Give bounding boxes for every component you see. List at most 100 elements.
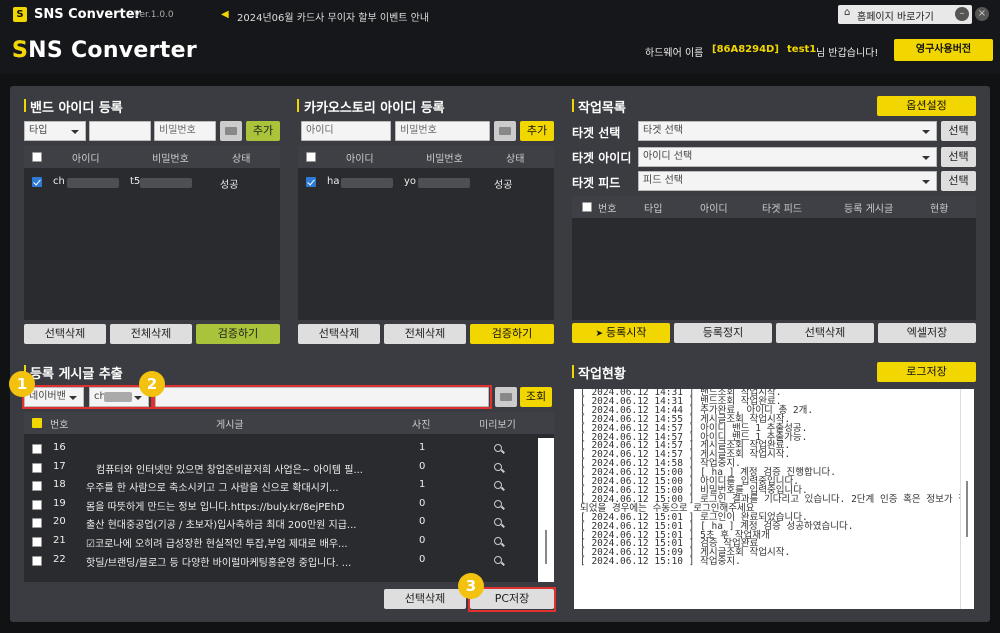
log-scroll-thumb[interactable]	[966, 481, 968, 537]
app-logo-icon: S	[13, 7, 27, 22]
log-scrollbar[interactable]	[960, 389, 974, 609]
row-number: 19	[53, 497, 66, 509]
band-type-select[interactable]: 타입	[24, 121, 86, 141]
kakao-delete-all-button[interactable]: 전체삭제	[384, 324, 466, 344]
kakao-col-pw: 비밀번호	[426, 154, 463, 165]
kakao-title-bar	[297, 99, 299, 112]
row-checkbox[interactable]	[32, 537, 42, 547]
home-button[interactable]: ⌂ 홈페이지 바로가기	[838, 5, 972, 24]
row-post-text: 출산 현대중공업(기공 / 초보자)입사축하금 최대 200만원 지급...	[86, 520, 357, 532]
table-row[interactable]: 16 1	[24, 442, 536, 460]
table-row[interactable]: 17 컴퓨터와 인터넷만 있으면 창업준비끝저희 사업은~ 아이템 필... 0	[24, 461, 536, 479]
target-feed-dropdown[interactable]: 피드 선택	[638, 171, 937, 191]
search-icon[interactable]	[494, 555, 502, 564]
row-checkbox[interactable]	[32, 518, 42, 529]
target-feed-label: 타겟 피드	[572, 176, 621, 190]
kakao-add-button[interactable]: 추가	[520, 121, 554, 141]
table-row[interactable]: 18 우주를 한 사람으로 축소시키고 그 사람을 신으로 확대시키... 1	[24, 479, 536, 497]
status-title-bar	[572, 365, 574, 378]
extract-scroll-thumb[interactable]	[545, 530, 547, 564]
job-col-feed: 타겟 피드	[762, 204, 802, 215]
extract-select-all-checkbox[interactable]	[32, 418, 42, 428]
start-register-button[interactable]: ➤ 등록시작	[572, 323, 670, 343]
badge-1: 1	[9, 371, 35, 397]
job-col-type: 타입	[644, 204, 663, 215]
job-select-all-checkbox[interactable]	[582, 202, 592, 212]
band-col-pw: 비밀번호	[152, 154, 189, 165]
band-id-input[interactable]	[89, 121, 151, 141]
search-icon[interactable]	[494, 537, 502, 545]
row-checkbox[interactable]	[32, 481, 42, 492]
target-select-button[interactable]: 선택	[941, 121, 976, 141]
band-add-button[interactable]: 추가	[246, 121, 280, 141]
notice-text[interactable]: 2024년06월 카드사 무이자 할부 이벤트 안내	[237, 9, 429, 24]
target-id-label: 타겟 아이디	[572, 151, 632, 165]
job-col-status: 현황	[930, 204, 949, 215]
extract-folder-icon[interactable]	[495, 387, 517, 407]
band-row-checkbox[interactable]	[32, 177, 42, 187]
kakao-row-id: ha	[327, 176, 340, 187]
row-photo-count: 0	[419, 497, 426, 509]
kakao-select-all-checkbox[interactable]	[306, 152, 316, 162]
kakao-row-pw: yo	[404, 176, 417, 187]
permanent-version-button[interactable]: 영구사용버전	[894, 39, 993, 61]
search-icon[interactable]	[494, 518, 502, 527]
extract-delete-selected-button[interactable]: 선택삭제	[384, 589, 466, 609]
band-folder-icon[interactable]	[220, 121, 242, 141]
search-icon[interactable]	[494, 499, 502, 508]
target-select-dropdown[interactable]: 타겟 선택	[638, 121, 937, 141]
row-checkbox[interactable]	[32, 555, 42, 566]
band-col-id: 아이디	[72, 154, 100, 165]
row-number: 22	[53, 553, 66, 565]
kakao-folder-icon[interactable]	[494, 121, 516, 141]
row-number: 21	[53, 535, 66, 546]
band-delete-all-button[interactable]: 전체삭제	[110, 324, 192, 344]
band-verify-button[interactable]: 검증하기	[196, 324, 280, 344]
log-textbox[interactable]: [ 2024.06.12 14:31 ] 밴드조회 작업시작.[ 2024.06…	[574, 389, 974, 609]
target-id-dropdown[interactable]: 아이디 선택	[638, 147, 937, 167]
greeting-text: 님 반갑습니다!	[816, 48, 879, 59]
close-icon[interactable]: ×	[975, 7, 989, 21]
table-row[interactable]: 22 핫딜/브랜딩/블로그 등 다양한 바이럴마케팅홍운영 중입니다. ... 0	[24, 554, 536, 572]
log-save-button[interactable]: 로그저장	[877, 362, 976, 382]
kakao-row-checkbox[interactable]	[306, 177, 316, 187]
kakao-section-title: 카카오스토리 아이디 등록	[304, 101, 445, 116]
kakao-verify-button[interactable]: 검증하기	[470, 324, 554, 344]
row-checkbox[interactable]	[32, 462, 42, 473]
extract-search-button[interactable]: 조회	[520, 387, 552, 407]
job-delete-selected-button[interactable]: 선택삭제	[776, 323, 874, 343]
row-post-text: 몸을 따뜻하게 만드는 정보 입니다.https://buly.kr/8ejPE…	[86, 501, 345, 513]
badge-2: 2	[139, 371, 165, 397]
header-logo-accent: S	[12, 38, 28, 63]
row-checkbox[interactable]	[32, 499, 42, 510]
row-photo-count: 0	[419, 460, 426, 472]
extract-col-no: 번호	[50, 420, 69, 431]
extract-scrollbar[interactable]	[538, 438, 554, 582]
target-feed-select-button[interactable]: 선택	[941, 171, 976, 191]
row-checkbox[interactable]	[32, 444, 42, 454]
kakao-row-pw-blur	[418, 178, 470, 188]
search-icon[interactable]	[494, 462, 502, 471]
title-bar: S SNS Converter Ver.1.0.0 ◀ 2024년06월 카드사…	[0, 0, 1000, 30]
table-row[interactable]: 21 ☑코로나에 오히려 급성장한 현실적인 투잡,부업 제대로 배우... 0	[24, 535, 536, 553]
minimize-icon[interactable]: –	[955, 7, 969, 21]
speaker-icon: ◀	[221, 9, 229, 20]
table-row[interactable]: 20 출산 현대중공업(기공 / 초보자)입사축하금 최대 200만원 지급...…	[24, 516, 536, 534]
excel-save-button[interactable]: 엑셀저장	[878, 323, 976, 343]
kakao-id-input[interactable]: 아이디	[301, 121, 391, 141]
search-icon[interactable]	[494, 444, 502, 452]
target-id-select-button[interactable]: 선택	[941, 147, 976, 167]
table-row[interactable]: 19 몸을 따뜻하게 만드는 정보 입니다.https://buly.kr/8ej…	[24, 498, 536, 516]
search-icon[interactable]	[494, 481, 502, 490]
band-select-all-checkbox[interactable]	[32, 152, 42, 162]
row-photo-count: 1	[419, 442, 426, 453]
kakao-delete-selected-button[interactable]: 선택삭제	[298, 324, 380, 344]
band-delete-selected-button[interactable]: 선택삭제	[24, 324, 106, 344]
extract-col-post: 게시글	[216, 420, 244, 431]
options-button[interactable]: 옵션설정	[877, 96, 976, 116]
band-pw-input[interactable]: 비밀번호	[154, 121, 216, 141]
row-post-text: 컴퓨터와 인터넷만 있으면 창업준비끝저희 사업은~ 아이템 필...	[96, 464, 363, 476]
stop-register-button[interactable]: 등록정지	[674, 323, 772, 343]
kakao-pw-input[interactable]: 비밀번호	[395, 121, 490, 141]
highlight-search-input	[153, 385, 492, 409]
